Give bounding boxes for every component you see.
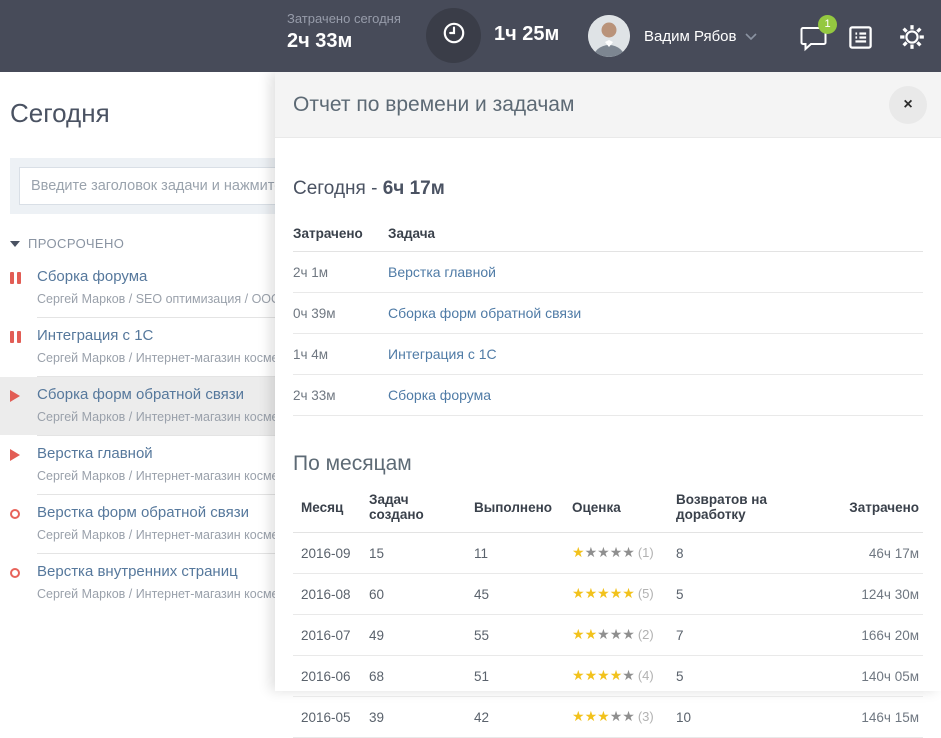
spent-today-value: 2ч 33м bbox=[287, 30, 401, 53]
created-cell: 68 bbox=[361, 656, 466, 697]
task-link[interactable]: Сборка форума bbox=[388, 387, 491, 403]
avatar bbox=[588, 15, 630, 57]
col-returns: Возвратов на доработку bbox=[668, 482, 838, 533]
col-created: Задач создано bbox=[361, 482, 466, 533]
topbar: Затрачено сегодня 2ч 33м 1ч 25м Вадим Ря… bbox=[0, 0, 941, 72]
spent-cell: 166ч 20м bbox=[838, 615, 923, 656]
spent-cell: 46ч 17м bbox=[838, 533, 923, 574]
table-row: 2016-09 15 11 ★★★★★(1) 8 46ч 17м bbox=[293, 533, 923, 574]
spent-today-label: Затрачено сегодня bbox=[287, 11, 401, 27]
report-panel-body: Сегодня - 6ч 17м Затрачено Задача 2ч 1м … bbox=[275, 178, 941, 738]
rating-stars: ★★★★★(4) bbox=[572, 668, 654, 684]
report-list-icon bbox=[847, 24, 874, 56]
timer-value: 1ч 25м bbox=[494, 23, 559, 46]
created-cell: 49 bbox=[361, 615, 466, 656]
report-panel-header: Отчет по времени и задачам × bbox=[275, 72, 941, 138]
close-button[interactable]: × bbox=[889, 86, 927, 124]
reports-button[interactable] bbox=[847, 26, 874, 53]
done-cell: 51 bbox=[466, 656, 564, 697]
chat-unread-badge: 1 bbox=[818, 15, 837, 34]
col-rating: Оценка bbox=[564, 482, 668, 533]
rating-stars: ★★★★★(5) bbox=[572, 586, 654, 602]
month-cell: 2016-05 bbox=[293, 697, 361, 738]
table-row: 2ч 1м Верстка главной bbox=[293, 252, 923, 293]
task-link[interactable]: Верстка главной bbox=[388, 264, 496, 280]
returns-cell: 5 bbox=[668, 574, 838, 615]
created-cell: 60 bbox=[361, 574, 466, 615]
today-total: Сегодня - 6ч 17м bbox=[293, 178, 923, 200]
user-menu[interactable]: Вадим Рябов bbox=[588, 15, 757, 57]
col-month: Месяц bbox=[293, 482, 361, 533]
report-panel: Отчет по времени и задачам × Сегодня - 6… bbox=[275, 72, 941, 691]
pause-icon[interactable] bbox=[10, 271, 24, 284]
task-link[interactable]: Интеграция с 1С bbox=[388, 346, 497, 362]
spent-time: 0ч 39м bbox=[293, 293, 388, 334]
col-spent: Затрачено bbox=[838, 482, 923, 533]
chevron-down-icon bbox=[745, 33, 757, 40]
gear-icon bbox=[898, 23, 926, 56]
month-cell: 2016-08 bbox=[293, 574, 361, 615]
collapse-triangle-icon bbox=[10, 241, 20, 247]
returns-cell: 5 bbox=[668, 656, 838, 697]
month-cell: 2016-07 bbox=[293, 615, 361, 656]
table-row: 2016-08 60 45 ★★★★★(5) 5 124ч 30м bbox=[293, 574, 923, 615]
spent-time: 2ч 33м bbox=[293, 375, 388, 416]
clock-icon bbox=[441, 20, 467, 51]
returns-cell: 10 bbox=[668, 697, 838, 738]
returns-cell: 7 bbox=[668, 615, 838, 656]
created-cell: 39 bbox=[361, 697, 466, 738]
today-col-task: Задача bbox=[388, 216, 923, 252]
pause-icon[interactable] bbox=[10, 330, 24, 343]
rating-stars: ★★★★★(2) bbox=[572, 627, 654, 643]
today-total-value: 6ч 17м bbox=[383, 178, 445, 199]
play-icon[interactable] bbox=[10, 389, 24, 402]
today-total-label: Сегодня - bbox=[293, 178, 383, 199]
spent-cell: 124ч 30м bbox=[838, 574, 923, 615]
col-done: Выполнено bbox=[466, 482, 564, 533]
timer-button[interactable] bbox=[426, 8, 481, 63]
report-panel-title: Отчет по времени и задачам bbox=[293, 93, 889, 117]
done-cell: 55 bbox=[466, 615, 564, 656]
month-cell: 2016-09 bbox=[293, 533, 361, 574]
spent-time: 1ч 4м bbox=[293, 334, 388, 375]
month-cell: 2016-06 bbox=[293, 656, 361, 697]
spent-time: 2ч 1м bbox=[293, 252, 388, 293]
created-cell: 15 bbox=[361, 533, 466, 574]
circle-icon[interactable] bbox=[10, 507, 24, 520]
returns-cell: 8 bbox=[668, 533, 838, 574]
done-cell: 11 bbox=[466, 533, 564, 574]
section-overdue-label: ПРОСРОЧЕНО bbox=[28, 236, 124, 251]
table-row: 2ч 33м Сборка форума bbox=[293, 375, 923, 416]
done-cell: 45 bbox=[466, 574, 564, 615]
rating-stars: ★★★★★(1) bbox=[572, 545, 654, 561]
monthly-table: Месяц Задач создано Выполнено Оценка Воз… bbox=[293, 482, 923, 738]
circle-icon[interactable] bbox=[10, 566, 24, 579]
table-row: 1ч 4м Интеграция с 1С bbox=[293, 334, 923, 375]
table-row: 2016-06 68 51 ★★★★★(4) 5 140ч 05м bbox=[293, 656, 923, 697]
monthly-title: По месяцам bbox=[293, 452, 923, 476]
table-row: 2016-07 49 55 ★★★★★(2) 7 166ч 20м bbox=[293, 615, 923, 656]
today-col-spent: Затрачено bbox=[293, 216, 388, 252]
today-table: Затрачено Задача 2ч 1м Верстка главной 0… bbox=[293, 216, 923, 416]
rating-stars: ★★★★★(3) bbox=[572, 709, 654, 725]
spent-cell: 146ч 15м bbox=[838, 697, 923, 738]
done-cell: 42 bbox=[466, 697, 564, 738]
spent-today: Затрачено сегодня 2ч 33м bbox=[287, 11, 401, 53]
spent-cell: 140ч 05м bbox=[838, 656, 923, 697]
task-link[interactable]: Сборка форм обратной связи bbox=[388, 305, 581, 321]
table-row: 2016-05 39 42 ★★★★★(3) 10 146ч 15м bbox=[293, 697, 923, 738]
table-row: 0ч 39м Сборка форм обратной связи bbox=[293, 293, 923, 334]
chat-button[interactable]: 1 bbox=[798, 24, 830, 56]
settings-button[interactable] bbox=[897, 24, 927, 54]
play-icon[interactable] bbox=[10, 448, 24, 461]
close-icon: × bbox=[903, 97, 912, 113]
user-name: Вадим Рябов bbox=[644, 28, 737, 45]
